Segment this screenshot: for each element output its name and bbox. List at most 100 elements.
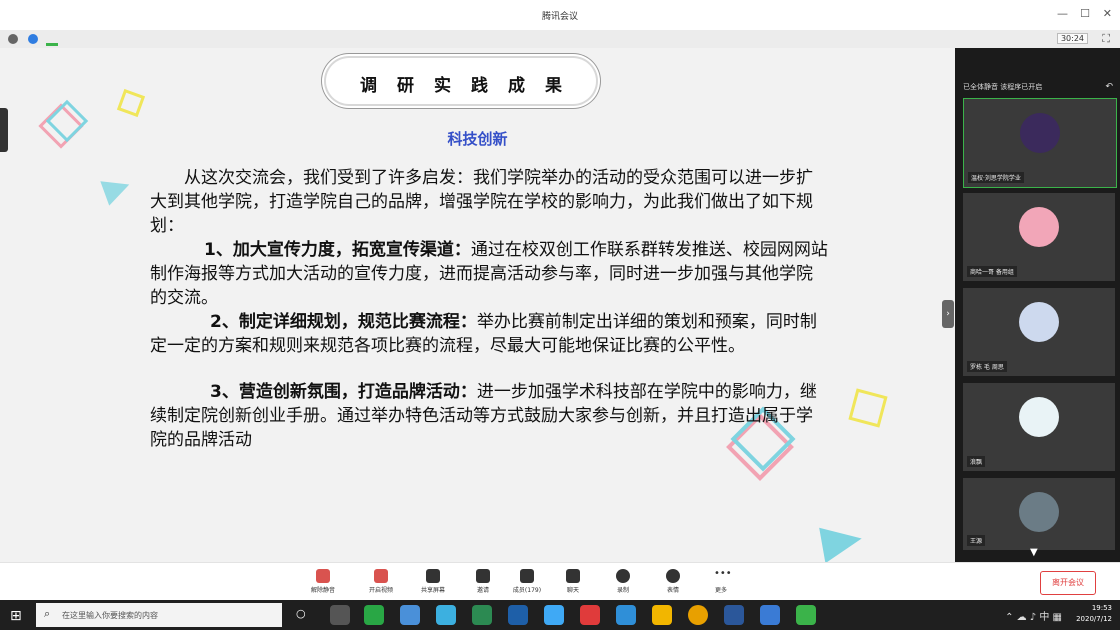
clock-time: 19:53 xyxy=(1091,604,1112,612)
taskbar-app-icon[interactable] xyxy=(508,605,528,625)
taskbar-app-icon[interactable] xyxy=(580,605,600,625)
slide-title-banner: 调研实践成果 xyxy=(326,58,596,104)
maximize-icon[interactable]: ☐ xyxy=(1080,7,1090,20)
avatar xyxy=(1019,207,1059,247)
invite-button[interactable]: 邀请 xyxy=(466,569,500,594)
avatar xyxy=(1019,397,1059,437)
more-button[interactable]: ••• 更多 xyxy=(704,568,738,595)
avatar xyxy=(1019,302,1059,342)
chrome-icon[interactable] xyxy=(688,605,708,625)
taskbar-app-icon[interactable] xyxy=(400,605,420,625)
panel-status: 已全体静音 该程序已开启 xyxy=(963,83,1043,91)
slide-subtitle: 科技创新 xyxy=(447,130,508,148)
video-button[interactable]: 开启视频 xyxy=(364,569,398,594)
mute-button[interactable]: 解除静音 xyxy=(306,569,340,594)
wechat-icon[interactable] xyxy=(796,605,816,625)
button-label: 共享屏幕 xyxy=(420,587,445,594)
chat-button[interactable]: 聊天 xyxy=(556,569,590,594)
chat-icon xyxy=(566,569,580,583)
camera-icon xyxy=(374,569,388,583)
meeting-toolbar: 解除静音 开启视频 共享屏幕 邀请 成员(179) 聊天 录制 表情 ••• 更… xyxy=(0,562,1120,601)
system-tray-icons[interactable]: ⌃ ☁ ♪ 中 ▦ xyxy=(1005,608,1062,623)
participant-name: 商哈一哥 备用组 xyxy=(967,266,1017,277)
taskbar-app-icon[interactable] xyxy=(652,605,672,625)
slide-paragraph-2: 2、制定详细规划，规范比赛流程：举办比赛前制定出详细的策划和预案，同时制定一定的… xyxy=(150,310,828,358)
taskbar-app-icon[interactable] xyxy=(760,605,780,625)
invite-icon xyxy=(476,569,490,583)
decor-cyan-triangle-2 xyxy=(819,520,865,562)
button-label: 聊天 xyxy=(566,587,579,594)
signal-icon[interactable] xyxy=(46,35,58,46)
word-icon[interactable] xyxy=(724,605,744,625)
leave-meeting-button[interactable]: 离开会议 xyxy=(1040,571,1096,595)
info-icon[interactable] xyxy=(8,34,18,44)
button-label: 邀请 xyxy=(476,587,489,594)
emoji-icon xyxy=(666,569,680,583)
slide-paragraph-1: 1、加大宣传力度，拓宽宣传渠道：通过在校双创工作联系群转发推送、校园网网站制作海… xyxy=(150,238,828,310)
slide-heading: 调研实践成果 xyxy=(360,76,582,96)
participant-tile[interactable]: 罗栋 毛 周思 xyxy=(963,288,1115,376)
taskbar-app-icon[interactable] xyxy=(544,605,564,625)
taskbar-app-icon[interactable] xyxy=(436,605,456,625)
scroll-down-icon[interactable]: ▼ xyxy=(1030,547,1038,558)
system-clock[interactable]: 19:53 2020/7/12 xyxy=(1076,603,1112,625)
screen-share-icon xyxy=(426,569,440,583)
task-view-icon[interactable]: ○ xyxy=(296,607,306,620)
paragraph-text: 从这次交流会，我们受到了许多启发：我们学院举办的活动的受众范围可以进一步扩大到其… xyxy=(150,168,813,236)
taskbar-app-icon[interactable] xyxy=(330,605,350,625)
button-label: 录制 xyxy=(616,587,629,594)
share-screen-button[interactable]: 共享屏幕 xyxy=(416,569,450,594)
decor-yellow-square-2 xyxy=(848,388,888,428)
taskbar-app-icon[interactable] xyxy=(616,605,636,625)
clock-date: 2020/7/12 xyxy=(1076,615,1112,623)
participant-name: 罗栋 毛 周思 xyxy=(967,361,1007,372)
paragraph-lead: 1、加大宣传力度，拓宽宣传渠道： xyxy=(204,240,471,260)
meeting-timer: 30:24 xyxy=(1056,33,1088,44)
taskbar-app-icon[interactable] xyxy=(364,605,384,625)
button-label: 解除静音 xyxy=(310,587,335,594)
ime-indicator[interactable]: 中 xyxy=(1039,612,1049,623)
shared-slide: 调研实践成果 科技创新 从这次交流会，我们受到了许多启发：我们学院举办的活动的受… xyxy=(0,48,955,562)
avatar xyxy=(1019,492,1059,532)
button-label: 开启视频 xyxy=(368,587,393,594)
participant-tile[interactable]: 王源 xyxy=(963,478,1115,550)
participant-tile[interactable]: 浪飘 xyxy=(963,383,1115,471)
emoji-button[interactable]: 表情 xyxy=(656,569,690,594)
search-icon: ⌕ xyxy=(44,607,51,620)
mic-icon xyxy=(316,569,330,583)
record-icon xyxy=(616,569,630,583)
participant-name: 王源 xyxy=(967,535,986,546)
meeting-info-bar: 30:24 ⛶ xyxy=(0,30,1120,49)
taskbar-app-icon[interactable] xyxy=(472,605,492,625)
decor-yellow-square xyxy=(116,88,146,118)
search-placeholder: 在这里输入你要搜索的内容 xyxy=(62,611,158,620)
windows-taskbar: ⊞ ⌕ 在这里输入你要搜索的内容 ○ ⌃ ☁ ♪ 中 ▦ 19:53 2020/… xyxy=(0,600,1120,630)
participant-name: 温权·刘思学院学业 xyxy=(968,172,1024,183)
button-label: 成员(179) xyxy=(512,587,542,594)
participant-tile[interactable]: 温权·刘思学院学业 xyxy=(963,98,1117,188)
shield-icon[interactable] xyxy=(28,34,38,44)
windows-start-icon[interactable]: ⊞ xyxy=(10,608,22,624)
minimize-icon[interactable]: — xyxy=(1057,7,1068,20)
decor-cyan-triangle xyxy=(100,172,134,206)
paragraph-lead: 2、制定详细规划，规范比赛流程： xyxy=(210,312,477,332)
more-icon: ••• xyxy=(714,568,732,579)
video-panel: 已全体静音 该程序已开启 ↶ 温权·刘思学院学业 商哈一哥 备用组 罗栋 毛 周… xyxy=(955,48,1120,562)
paragraph-lead: 3、营造创新氛围，打造品牌活动： xyxy=(210,382,477,402)
members-button[interactable]: 成员(179) xyxy=(510,569,544,594)
panel-header: 已全体静音 该程序已开启 ↶ xyxy=(963,78,1115,96)
slide-paragraph-intro: 从这次交流会，我们受到了许多启发：我们学院举办的活动的受众范围可以进一步扩大到其… xyxy=(150,166,828,238)
slide-paragraph-3: 3、营造创新氛围，打造品牌活动：进一步加强学术科技部在学院中的影响力，继续制定院… xyxy=(150,380,828,452)
title-bar: 腾讯会议 — ☐ ✕ xyxy=(0,0,1120,31)
window-title: 腾讯会议 xyxy=(541,12,578,22)
participant-name: 浪飘 xyxy=(967,456,986,467)
panel-back-icon[interactable]: ↶ xyxy=(1105,78,1113,96)
record-button[interactable]: 录制 xyxy=(606,569,640,594)
panel-collapse-button[interactable]: › xyxy=(942,300,954,328)
participant-tile[interactable]: 商哈一哥 备用组 xyxy=(963,193,1115,281)
members-icon xyxy=(520,569,534,583)
button-label: 更多 xyxy=(714,587,727,594)
close-icon[interactable]: ✕ xyxy=(1103,7,1112,20)
taskbar-search[interactable]: ⌕ 在这里输入你要搜索的内容 xyxy=(36,603,282,627)
fullscreen-icon[interactable]: ⛶ xyxy=(1102,32,1110,46)
